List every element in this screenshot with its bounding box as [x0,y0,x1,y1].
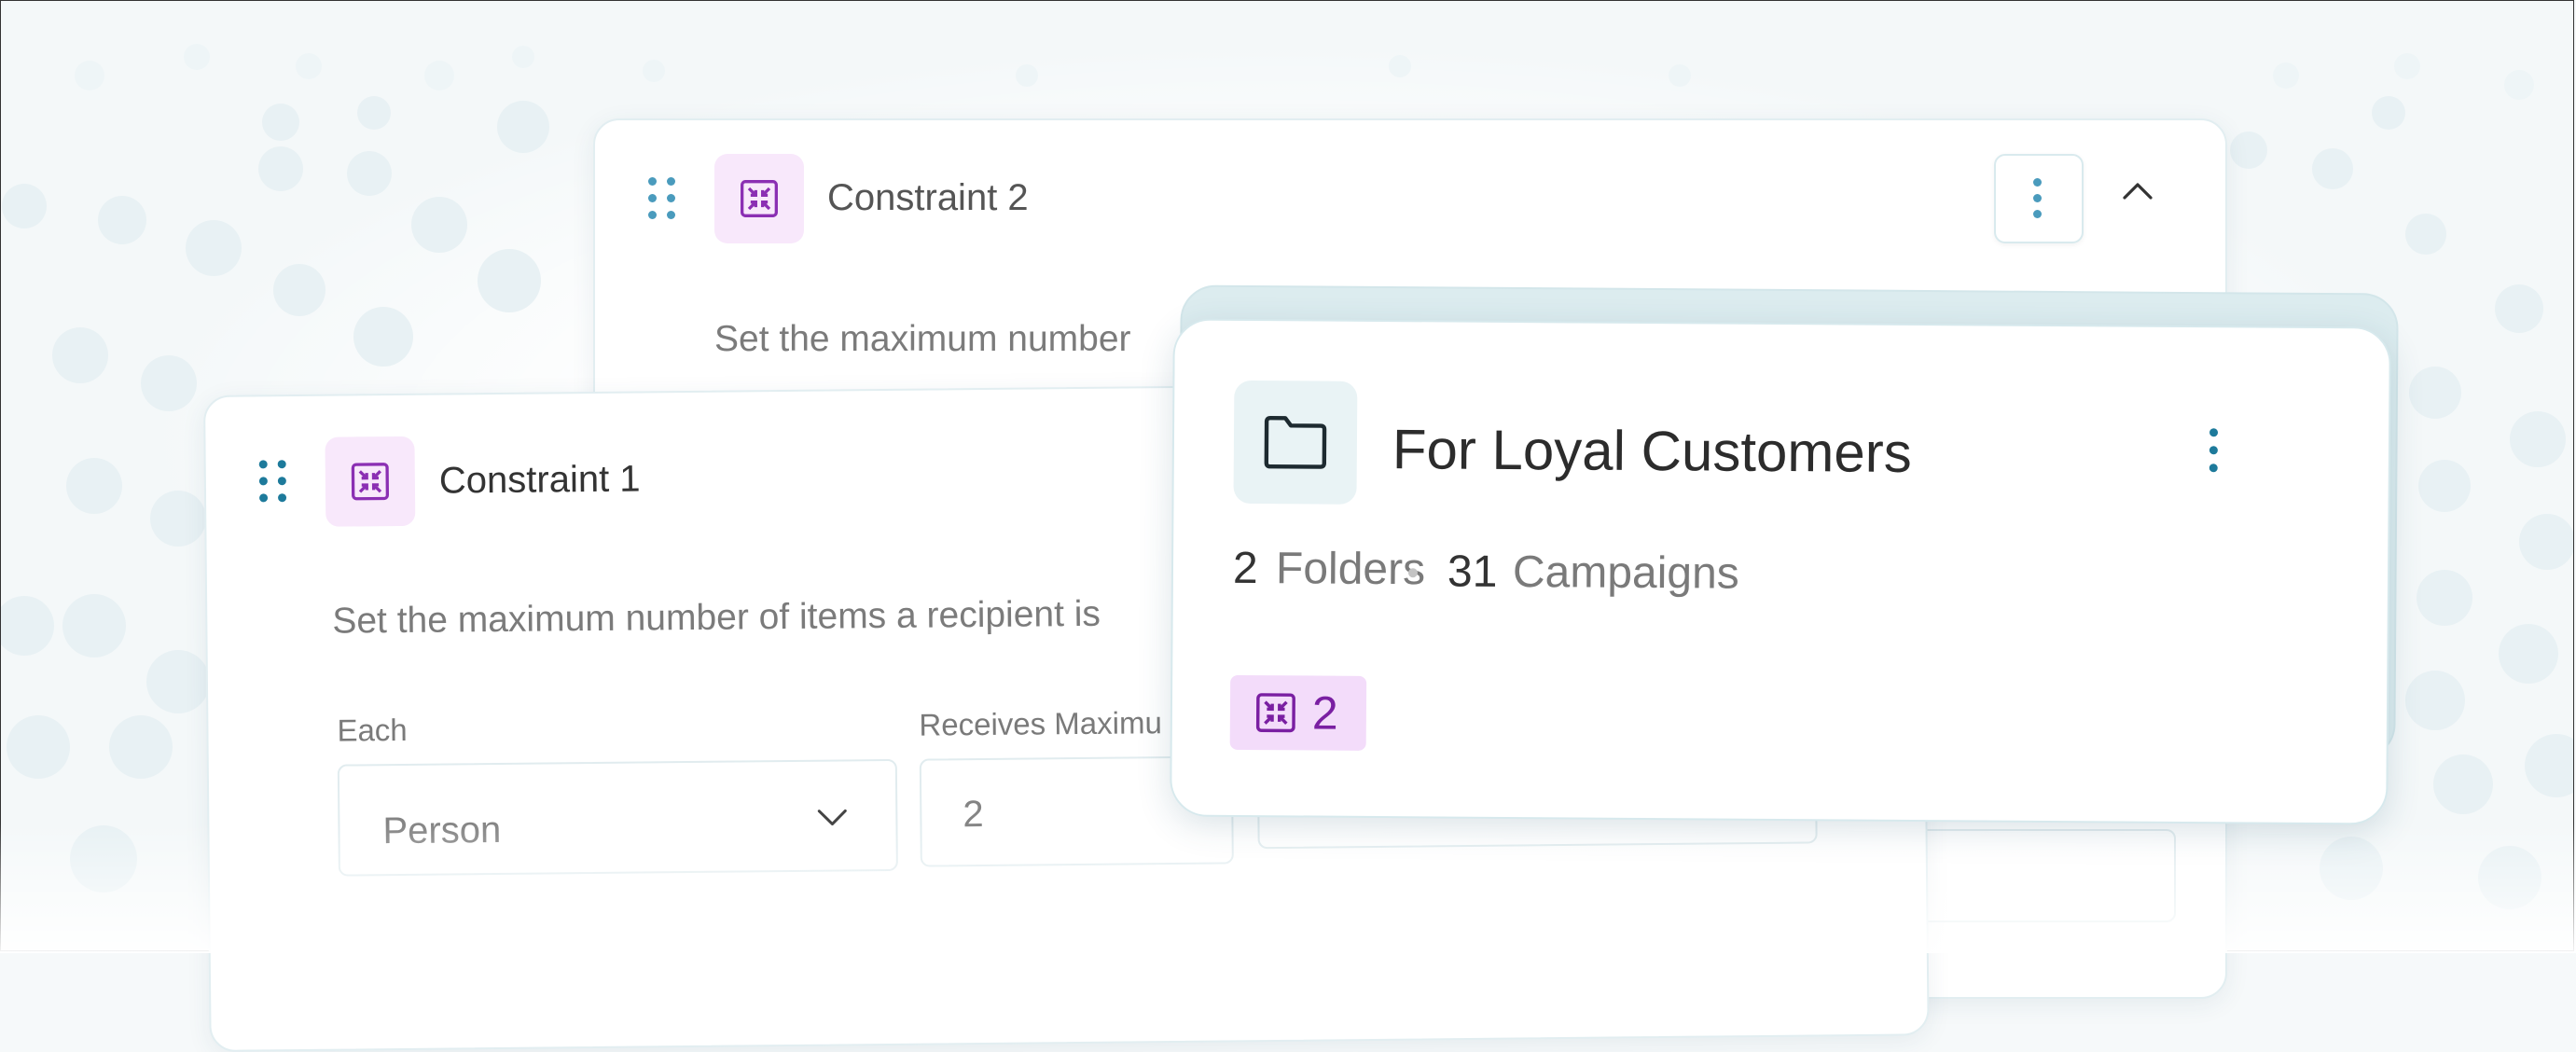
folder-card[interactable]: For Loyal Customers 2 Folders 31 Campaig… [1170,318,2391,825]
drag-handle-icon[interactable] [258,460,287,503]
folders-count: 2 [1232,543,1258,594]
campaigns-label: Campaigns [1512,547,1739,599]
campaigns-count: 31 [1447,547,1498,597]
kebab-vertical-icon [2033,178,2042,218]
each-select[interactable]: Person [337,758,898,877]
chevron-up-icon [2123,183,2153,200]
kebab-vertical-icon[interactable] [2209,428,2219,473]
chevron-down-icon [817,809,847,826]
folder-icon-tile [1233,380,1358,505]
constraint-badge: 2 [1229,674,1367,751]
folder-icon [1264,415,1327,469]
folder-title: For Loyal Customers [1392,418,1912,484]
each-label: Each [337,712,408,748]
constraint-1-title: Constraint 1 [438,458,641,502]
receives-maximum-value: 2 [963,793,984,836]
constraint-1-description: Set the maximum number of items a recipi… [332,593,1101,642]
more-options-button[interactable] [1994,154,2084,243]
constraint-icon [1255,693,1295,733]
drag-handle-icon[interactable] [648,177,675,219]
each-select-value: Person [382,809,502,852]
constraint-2-title: Constraint 2 [827,177,1029,218]
receives-maximum-label: Receives Maximu [919,705,1163,742]
constraint-icon [325,436,416,527]
constraint-badge-count: 2 [1311,686,1338,740]
constraint-icon [714,154,804,243]
folders-label: Folders [1275,544,1426,595]
separator-dot [1407,568,1419,578]
constraint-2-description: Set the maximum number [714,319,1131,359]
collapse-button[interactable] [2115,169,2160,214]
